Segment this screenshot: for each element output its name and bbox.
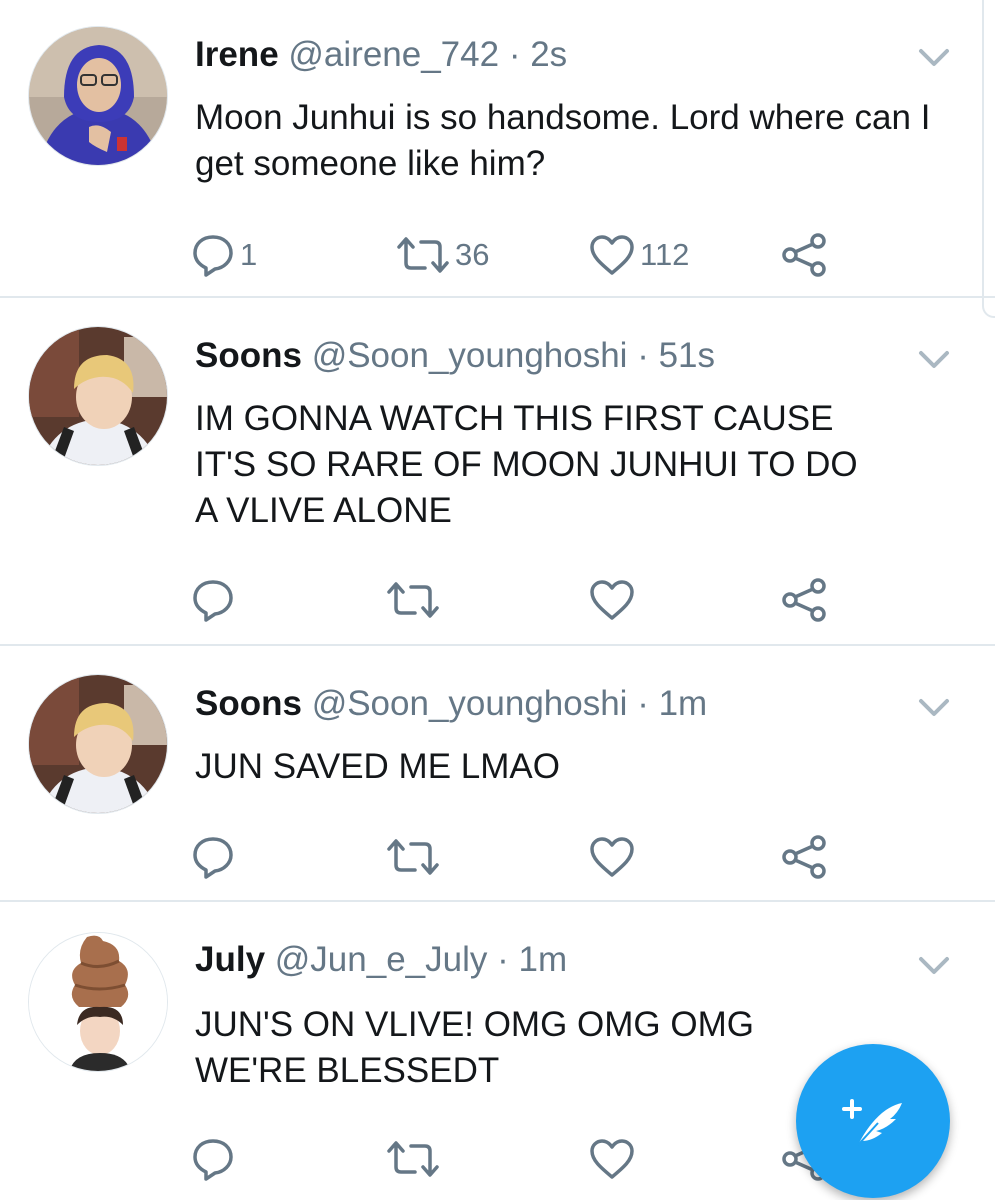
retweet-icon [387,839,439,875]
tweet-text: JUN'S ON VLIVE! OMG OMG OMG WE'RE BLESSE… [195,1005,754,1090]
timestamp[interactable]: 51s [659,336,715,375]
heart-icon [590,837,634,877]
heart-icon [590,235,634,275]
separator: · [637,684,649,723]
retweet-button[interactable] [385,575,441,625]
like-button[interactable] [588,832,636,882]
share-icon [782,578,826,622]
like-count: 112 [640,237,690,272]
display-name[interactable]: Soons [195,684,302,723]
retweet-icon [387,1141,439,1177]
tweet-header: Irene @airene_742 · 2s [195,35,567,75]
retweet-icon [397,237,449,273]
tweet[interactable]: Soons @Soon_younghoshi · 1m JUN SAVED ME… [0,646,995,902]
compose-tweet-button[interactable] [796,1044,950,1198]
tweet-header: Soons @Soon_younghoshi · 51s [195,336,715,376]
user-handle[interactable]: @Soon_younghoshi [312,336,628,375]
tweet[interactable]: Irene @airene_742 · 2s Moon Junhui is so… [0,0,995,298]
share-button[interactable] [780,230,828,280]
compose-tweet-icon [842,1099,902,1146]
heart-icon [590,1139,634,1179]
separator: · [497,940,509,979]
tweet-text: IM GONNA WATCH THIS FIRST CAUSE IT'S SO … [195,399,858,530]
tweet-text: Moon Junhui is so handsome. Lord where c… [195,98,931,183]
display-name[interactable]: Soons [195,336,302,375]
heart-icon [590,580,634,620]
user-handle[interactable]: @airene_742 [288,35,499,74]
reply-count: 1 [240,237,258,272]
share-icon [782,835,826,879]
tweet[interactable]: Soons @Soon_younghoshi · 51s IM GONNA WA… [0,298,995,646]
retweet-button[interactable]: 36 [395,230,489,280]
timestamp[interactable]: 1m [519,940,568,979]
like-button[interactable] [588,1134,636,1184]
avatar[interactable] [28,326,168,466]
user-handle[interactable]: @Soon_younghoshi [312,684,628,723]
avatar[interactable] [28,26,168,166]
retweet-count: 36 [455,237,490,272]
tweet-header: July @Jun_e_July · 1m [195,940,567,980]
reply-button[interactable]: 1 [190,230,257,280]
chevron-down-icon[interactable] [918,350,950,370]
display-name[interactable]: July [195,940,265,979]
reply-icon [193,235,233,277]
retweet-icon [387,582,439,618]
tweet-text: JUN SAVED ME LMAO [195,747,560,786]
chevron-down-icon[interactable] [918,956,950,976]
separator: · [508,35,521,74]
reply-button[interactable] [190,1134,236,1184]
retweet-button[interactable] [385,1134,441,1184]
display-name[interactable]: Irene [195,35,279,74]
like-button[interactable] [588,575,636,625]
chevron-down-icon[interactable] [918,698,950,718]
tweet-header: Soons @Soon_younghoshi · 1m [195,684,707,724]
retweet-button[interactable] [385,832,441,882]
avatar[interactable] [28,674,168,814]
like-button[interactable]: 112 [588,230,689,280]
reply-button[interactable] [190,575,236,625]
share-icon [782,233,826,277]
share-button[interactable] [780,575,828,625]
separator: · [637,336,649,375]
share-button[interactable] [780,832,828,882]
timestamp[interactable]: 2s [530,35,567,74]
avatar[interactable] [28,932,168,1072]
chevron-down-icon[interactable] [918,48,950,68]
reply-button[interactable] [190,832,236,882]
reply-icon [193,837,233,879]
user-handle[interactable]: @Jun_e_July [275,940,488,979]
reply-icon [193,1139,233,1181]
reply-icon [193,580,233,622]
timestamp[interactable]: 1m [659,684,708,723]
